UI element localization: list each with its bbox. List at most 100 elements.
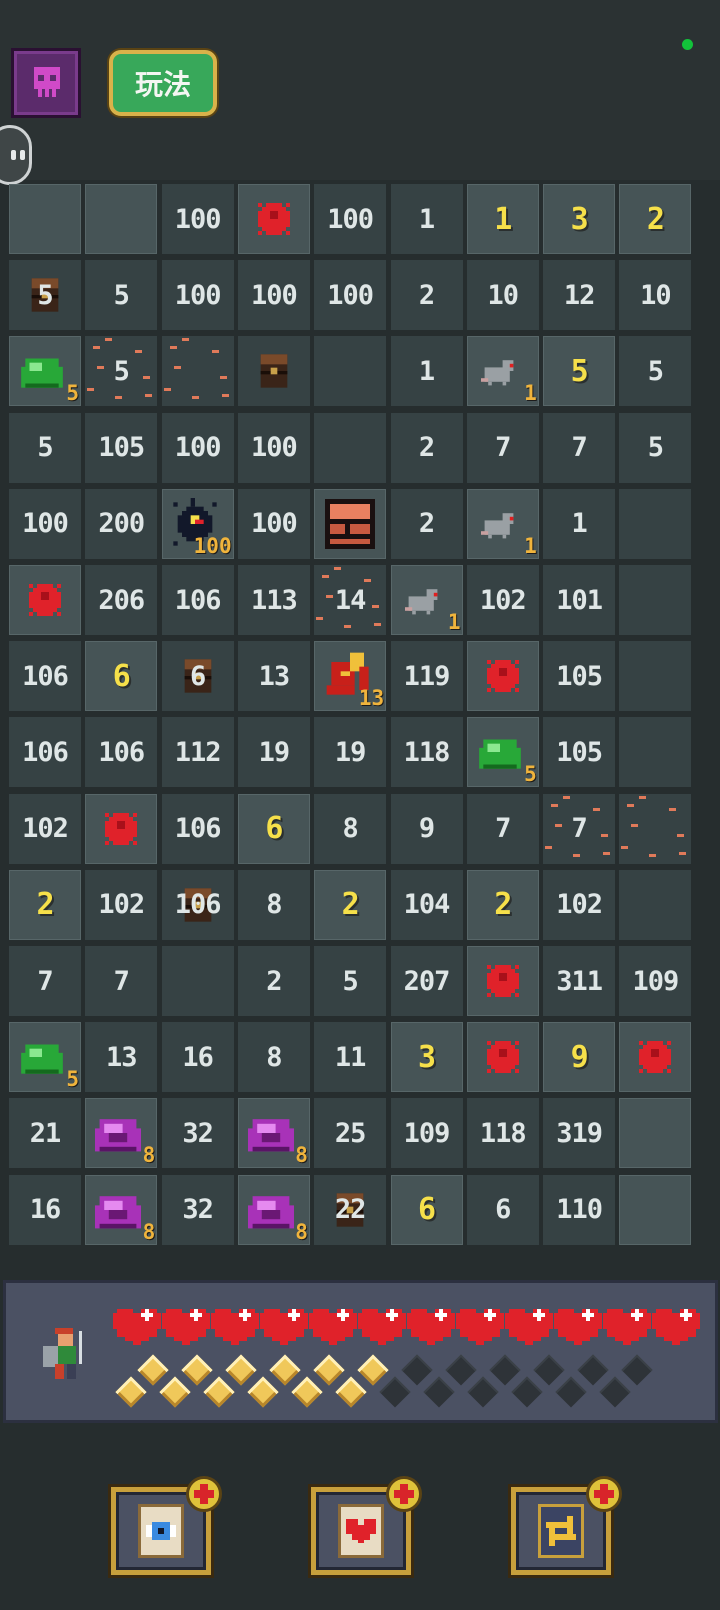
plus-icon[interactable] xyxy=(186,1476,222,1512)
board-cell-dragon[interactable]: 13 xyxy=(314,641,387,712)
board-cell-purple-slime[interactable]: 8 xyxy=(85,1098,158,1169)
plus-icon[interactable] xyxy=(386,1476,422,1512)
board-cell-number[interactable]: 109 xyxy=(619,946,692,1016)
board-cell-number[interactable]: 119 xyxy=(390,641,463,712)
swap-card-button[interactable] xyxy=(511,1476,622,1575)
board-cell-number[interactable]: 7 xyxy=(9,946,81,1016)
board-cell-number[interactable]: 11 xyxy=(314,1022,387,1093)
board-cell-number[interactable]: 5 xyxy=(314,946,387,1016)
board-cell-number[interactable]: 102 xyxy=(9,793,81,864)
board-cell-green-slime[interactable]: 5 xyxy=(9,1022,81,1093)
board-cell-empty[interactable] xyxy=(85,184,158,254)
board-cell-mine[interactable] xyxy=(9,565,81,635)
board-cell-chest[interactable]: 6 xyxy=(161,641,234,712)
board-cell-rat[interactable]: 1 xyxy=(466,336,539,407)
board-cell-number[interactable]: 19 xyxy=(314,717,387,788)
board-cell-number[interactable]: 106 xyxy=(161,565,234,635)
board-cell-number[interactable]: 3 xyxy=(543,184,616,254)
board-cell-number[interactable]: 100 xyxy=(237,488,310,559)
board-cell-number[interactable]: 102 xyxy=(85,869,158,940)
board-cell-number[interactable]: 113 xyxy=(237,565,310,635)
board-cell-number[interactable]: 32 xyxy=(161,1098,234,1169)
board-cell-mine[interactable] xyxy=(466,641,539,712)
board-cell-number[interactable]: 112 xyxy=(161,717,234,788)
board-cell-rubble[interactable] xyxy=(619,793,692,864)
board-cell-number[interactable]: 118 xyxy=(390,717,463,788)
board-cell-number[interactable]: 2 xyxy=(390,488,463,559)
board-cell-number[interactable]: 8 xyxy=(237,1022,310,1093)
board-cell-empty[interactable] xyxy=(314,412,387,483)
board-cell-green-slime[interactable]: 5 xyxy=(466,717,539,788)
board-cell-number[interactable]: 21 xyxy=(9,1098,81,1169)
board-cell-purple-slime[interactable]: 8 xyxy=(237,1174,310,1245)
board-cell-number[interactable]: 100 xyxy=(237,260,310,331)
board-cell-empty[interactable] xyxy=(619,641,692,712)
board-cell-number[interactable]: 9 xyxy=(543,1022,616,1093)
board-cell-number[interactable]: 102 xyxy=(466,565,539,635)
board-cell-number[interactable]: 6 xyxy=(237,793,310,864)
board-cell-mine[interactable] xyxy=(619,1022,692,1093)
board-cell-empty[interactable] xyxy=(619,717,692,788)
board-cell-number[interactable]: 109 xyxy=(390,1098,463,1169)
board-cell-number[interactable]: 7 xyxy=(85,946,158,1016)
board-cell-rat[interactable]: 1 xyxy=(466,488,539,559)
board-cell-number[interactable]: 8 xyxy=(237,869,310,940)
board-cell-number[interactable]: 5 xyxy=(85,260,158,331)
board-cell-number[interactable]: 25 xyxy=(314,1098,387,1169)
board-cell-number[interactable]: 5 xyxy=(9,412,81,483)
board-cell-rubble[interactable] xyxy=(161,336,234,407)
board-cell-number[interactable]: 106 xyxy=(161,793,234,864)
board-cell-number[interactable]: 1 xyxy=(390,336,463,407)
board-cell-empty[interactable] xyxy=(619,565,692,635)
board-cell-number[interactable]: 207 xyxy=(390,946,463,1016)
board-cell-number[interactable]: 1 xyxy=(390,184,463,254)
board-cell-number[interactable]: 104 xyxy=(390,869,463,940)
board-cell-number[interactable]: 7 xyxy=(466,412,539,483)
board-cell-number[interactable]: 7 xyxy=(543,412,616,483)
board-cell-number[interactable]: 13 xyxy=(237,641,310,712)
board-cell-number[interactable]: 16 xyxy=(161,1022,234,1093)
board-cell-mine[interactable] xyxy=(466,1022,539,1093)
board-cell-green-slime[interactable]: 5 xyxy=(9,336,81,407)
board-cell-number[interactable]: 311 xyxy=(543,946,616,1016)
board-cell-empty[interactable] xyxy=(619,1098,692,1169)
board-cell-number[interactable]: 105 xyxy=(85,412,158,483)
board-cell-number[interactable]: 32 xyxy=(161,1174,234,1245)
floating-assistant-bubble[interactable] xyxy=(0,125,32,185)
board-cell-number[interactable]: 9 xyxy=(390,793,463,864)
board-cell-empty[interactable] xyxy=(9,184,81,254)
board-cell-mine[interactable] xyxy=(466,946,539,1016)
board-cell-number[interactable]: 6 xyxy=(466,1174,539,1245)
board-cell-number[interactable]: 106 xyxy=(85,717,158,788)
board-cell-purple-slime[interactable]: 8 xyxy=(237,1098,310,1169)
board-cell-number[interactable]: 6 xyxy=(390,1174,463,1245)
board-cell-rubble[interactable]: 14 xyxy=(314,565,387,635)
board-cell-number[interactable]: 2 xyxy=(237,946,310,1016)
board-cell-number[interactable]: 102 xyxy=(543,869,616,940)
board-cell-number[interactable]: 7 xyxy=(466,793,539,864)
board-cell-rat[interactable]: 1 xyxy=(390,565,463,635)
board-cell-purple-slime[interactable]: 8 xyxy=(85,1174,158,1245)
board-cell-number[interactable]: 10 xyxy=(619,260,692,331)
board-cell-number[interactable]: 19 xyxy=(237,717,310,788)
board-cell-empty[interactable] xyxy=(619,488,692,559)
board-cell-number[interactable]: 5 xyxy=(619,336,692,407)
board-cell-number[interactable]: 5 xyxy=(543,336,616,407)
board-cell-number[interactable]: 2 xyxy=(619,184,692,254)
board-cell-number[interactable]: 319 xyxy=(543,1098,616,1169)
board-cell-number[interactable]: 200 xyxy=(85,488,158,559)
board-cell-spiked-orb[interactable]: 100 xyxy=(161,488,234,559)
board-cell-number[interactable]: 100 xyxy=(161,260,234,331)
board-cell-mine[interactable] xyxy=(85,793,158,864)
board-cell-number[interactable]: 2 xyxy=(390,412,463,483)
board-cell-number[interactable]: 118 xyxy=(466,1098,539,1169)
board-cell-number[interactable]: 8 xyxy=(314,793,387,864)
board-cell-brick-wall[interactable] xyxy=(314,488,387,559)
board-cell-chest[interactable]: 22 xyxy=(314,1174,387,1245)
how-to-play-button[interactable]: 玩法 xyxy=(109,50,217,116)
board-cell-number[interactable]: 1 xyxy=(543,488,616,559)
board-cell-number[interactable]: 110 xyxy=(543,1174,616,1245)
board-cell-number[interactable]: 105 xyxy=(543,641,616,712)
board-cell-chest[interactable]: 106 xyxy=(161,869,234,940)
board-cell-number[interactable]: 100 xyxy=(161,412,234,483)
